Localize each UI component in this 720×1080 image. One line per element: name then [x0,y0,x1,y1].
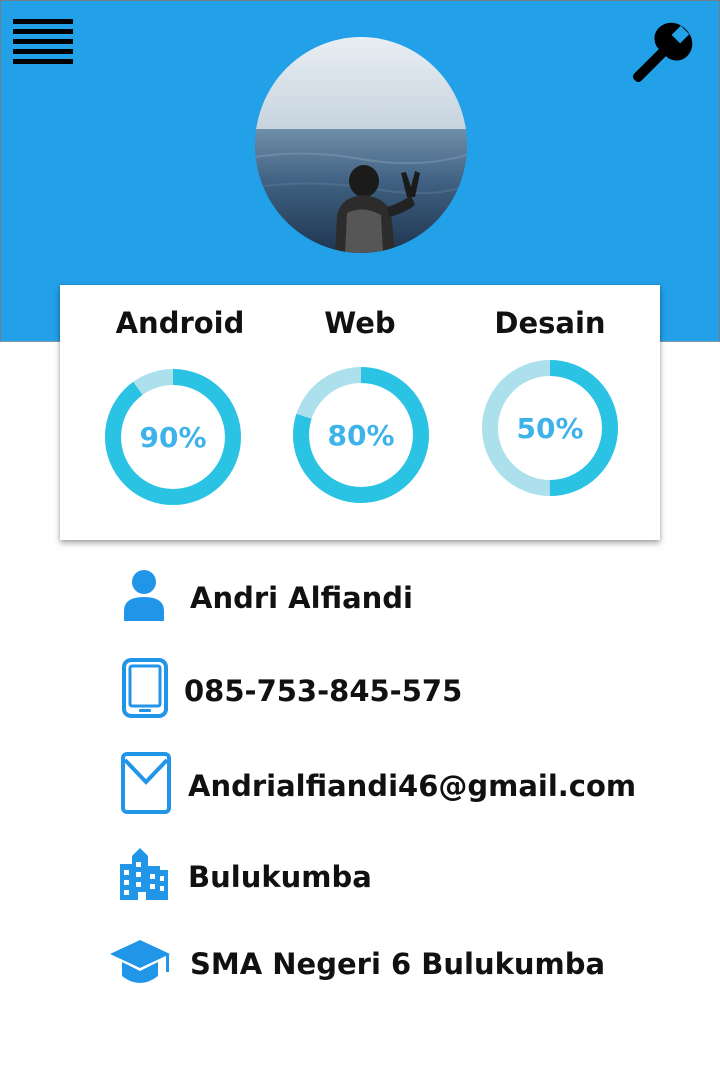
hamburger-menu-icon[interactable] [13,19,73,67]
profile-name: Andri Alfiandi [190,581,413,615]
graduation-cap-icon [110,940,170,983]
skill-android: Android 90% [80,285,280,540]
skills-card: Android 90% Web 80% Desain 50% [60,285,660,540]
profile-email-row: Andrialfiandi46@gmail.com [108,750,668,820]
skill-title-android: Android [115,306,245,340]
profile-city-row: Bulukumba [108,842,668,912]
skill-desain: Desain 50% [450,285,650,540]
skill-ring-android: 90% [103,367,243,507]
skill-value-desain: 50% [516,411,584,445]
profile-name-row: Andri Alfiandi [108,565,668,635]
skill-ring-desain: 50% [480,358,620,498]
avatar[interactable] [255,37,467,253]
skill-title-desain: Desain [494,306,606,340]
skill-ring-web: 80% [291,365,431,505]
profile-city: Bulukumba [188,860,372,894]
skill-web: Web 80% [260,285,460,540]
skill-title-web: Web [324,306,396,340]
skill-value-android: 90% [139,420,207,454]
skill-value-web: 80% [327,418,395,452]
profile-phone-row: 085-753-845-575 [108,656,668,726]
profile-school: SMA Negeri 6 Bulukumba [190,947,606,981]
mail-icon [121,752,171,814]
city-building-icon [120,848,168,900]
profile-email[interactable]: Andrialfiandi46@gmail.com [188,766,636,806]
profile-school-row: SMA Negeri 6 Bulukumba [108,932,668,1002]
profile-phone[interactable]: 085-753-845-575 [184,671,462,711]
person-icon [124,570,164,621]
phone-icon [122,658,168,718]
wrench-icon[interactable] [629,19,693,89]
